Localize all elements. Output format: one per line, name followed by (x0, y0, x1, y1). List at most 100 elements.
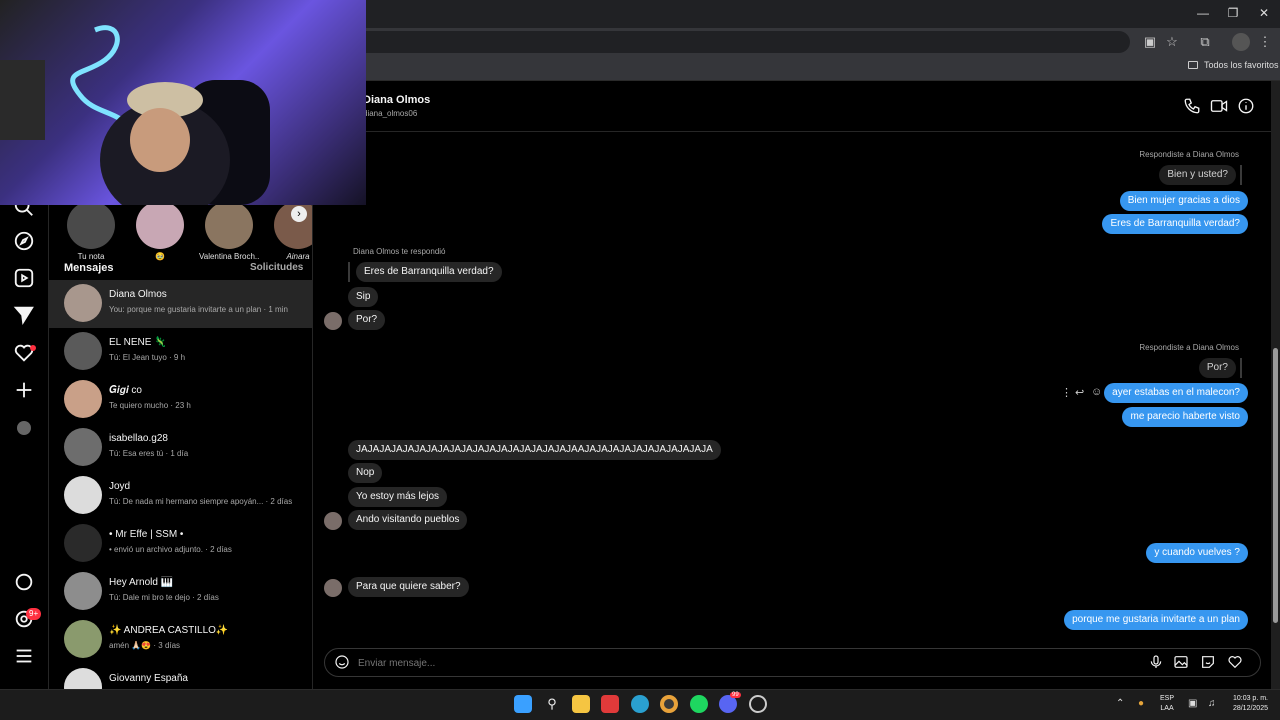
create-plus-icon[interactable] (13, 379, 35, 401)
chevron-up-icon[interactable]: ⌃ (1116, 698, 1124, 709)
conversation-item[interactable]: EL NENE 🦎 Tú: El Jean tuyo · 9 h (49, 328, 312, 376)
avatar (64, 428, 102, 466)
video-call-icon[interactable] (1210, 97, 1228, 115)
note-avatar (67, 201, 115, 249)
profile-avatar-icon[interactable] (1232, 33, 1250, 51)
conversation-item[interactable]: 𝑮𝒊𝒈𝒊 co Te quiero mucho · 23 h (49, 376, 312, 424)
note-label: 🥹 (155, 252, 165, 261)
outgoing-message[interactable]: Eres de Barranquilla verdad? (1102, 214, 1248, 234)
notification-dot (30, 345, 36, 351)
conversation-item[interactable]: Joyd Tú: De nada mi hermano siempre apoy… (49, 472, 312, 520)
conversation-name: isabellao.g28 (109, 433, 168, 444)
scrollbar-thumb[interactable] (1273, 348, 1278, 623)
network-icon[interactable]: ▣ (1188, 698, 1197, 709)
explore-icon[interactable] (13, 230, 35, 252)
conversation-item[interactable]: • Mr Effe | SSM • • envió un archivo adj… (49, 520, 312, 568)
message-input[interactable] (358, 655, 1118, 671)
note-label: Valentina Broch... (199, 252, 259, 261)
app-icon[interactable] (749, 695, 767, 713)
incoming-message[interactable]: Para que quiere saber? (348, 577, 469, 597)
messages-icon[interactable] (13, 304, 35, 326)
incoming-message[interactable]: JAJAJAJAJAJAJAJAJAJAJAJAJAJAJAJAJAJAJAAJ… (348, 440, 721, 460)
conversation-preview: • envió un archivo adjunto. · 2 días (109, 545, 232, 554)
conversation-preview: Tú: De nada mi hermano siempre apoyán...… (109, 497, 293, 506)
conversation-name: Joyd (109, 481, 131, 492)
conversation-preview: Tú: Dale mi bro te dejo · 2 días (109, 593, 219, 602)
conversation-item[interactable]: Diana Olmos You: porque me gustaria invi… (49, 280, 312, 328)
conversation-preview: You: porque me gustaria invitarte a un p… (109, 305, 288, 314)
messages-heading: Mensajes (64, 262, 114, 274)
emoji-icon[interactable] (334, 654, 350, 670)
profile-avatar[interactable] (17, 421, 31, 435)
conversation-item[interactable]: Giovanny España (49, 664, 312, 689)
chevron-right-icon[interactable]: › (291, 206, 307, 222)
close-window-icon[interactable]: ✕ (1253, 4, 1275, 22)
language-code: ESP (1160, 695, 1175, 702)
menu-dots-icon[interactable]: ⋮ (1256, 33, 1274, 51)
file-explorer-icon[interactable] (572, 695, 590, 713)
volume-icon[interactable]: ♫ (1208, 698, 1216, 709)
outgoing-message[interactable]: y cuando vuelves ? (1146, 543, 1248, 563)
conversation-info-icon[interactable] (1237, 97, 1255, 115)
all-bookmarks-link[interactable]: Todos los favoritos (1204, 60, 1279, 70)
reply-bar (1240, 165, 1242, 185)
address-bar[interactable] (300, 31, 1130, 53)
quoted-message[interactable]: Eres de Barranquilla verdad? (356, 262, 502, 282)
reply-icon[interactable]: ↩ (1075, 386, 1084, 399)
outgoing-message[interactable]: porque me gustaria invitarte a un plan (1064, 610, 1248, 630)
spotify-icon[interactable] (690, 695, 708, 713)
note-item[interactable]: Valentina Broch... (199, 201, 259, 261)
extensions-icon[interactable]: ⧉ (1196, 33, 1214, 51)
microphone-icon[interactable] (1148, 654, 1164, 670)
note-item[interactable]: Tu nota (61, 201, 121, 261)
chrome-browser-icon[interactable] (660, 695, 678, 713)
conversation-item[interactable]: isabellao.g28 Tú: Esa eres tú · 1 día (49, 424, 312, 472)
conversation-item[interactable]: ✨ ANDREA CASTILLO✨ amén 🙏🏻😍 · 3 días (49, 616, 312, 664)
avatar (64, 332, 102, 370)
clock[interactable]: 10:03 p. m. 28/12/2025 (1228, 694, 1268, 714)
outgoing-message[interactable]: me parecio haberte visto (1122, 407, 1248, 427)
reply-bar (348, 262, 350, 282)
app-icon[interactable] (601, 695, 619, 713)
search-icon[interactable]: ⚲ (543, 695, 561, 713)
reply-meta: Diana Olmos te respondió (353, 247, 446, 256)
install-app-icon[interactable]: ▣ (1141, 33, 1159, 51)
incoming-message[interactable]: Por? (348, 310, 386, 330)
outgoing-message[interactable]: ayer estabas en el malecon? (1104, 383, 1248, 403)
conversation-name: Diana Olmos (109, 289, 167, 300)
incoming-message[interactable]: Yo estoy más lejos (348, 487, 448, 507)
quoted-message[interactable]: Bien y usted? (1159, 165, 1236, 185)
reels-icon[interactable] (13, 267, 35, 289)
contact-name[interactable]: Diana Olmos (363, 94, 430, 106)
audio-call-icon[interactable] (1183, 97, 1201, 115)
sticker-icon[interactable] (1200, 654, 1216, 670)
restore-icon[interactable]: ❐ (1222, 4, 1244, 22)
incoming-message[interactable]: Sip (348, 287, 379, 307)
windows-start-icon[interactable] (514, 695, 532, 713)
chat-header (313, 81, 1271, 132)
threads-icon[interactable] (13, 571, 35, 593)
keyboard-layout: LAA (1160, 705, 1174, 712)
conversation-item[interactable]: Hey Arnold 🎹 Tú: Dale mi bro te dejo · 2… (49, 568, 312, 616)
avatar (64, 620, 102, 658)
language-indicator[interactable]: ESP LAA (1160, 694, 1174, 714)
conversation-preview: Tú: Esa eres tú · 1 día (109, 449, 189, 458)
quoted-message[interactable]: Por? (1198, 358, 1236, 378)
react-emoji-icon[interactable]: ☺ (1091, 386, 1102, 398)
incoming-message[interactable]: Nop (348, 463, 383, 483)
microphone-icon[interactable]: ● (1138, 698, 1144, 709)
outgoing-message[interactable]: Bien mujer gracias a dios (1119, 191, 1248, 211)
more-options-icon[interactable]: ⋮ (1061, 386, 1072, 399)
edge-browser-icon[interactable] (631, 695, 649, 713)
note-item[interactable]: 🥹 (130, 201, 190, 261)
image-upload-icon[interactable] (1173, 654, 1189, 670)
like-heart-icon[interactable] (1227, 654, 1243, 670)
minimize-icon[interactable]: — (1192, 4, 1214, 22)
incoming-message[interactable]: Ando visitando pueblos (348, 510, 468, 530)
requests-link[interactable]: Solicitudes (250, 262, 303, 273)
note-label: Ainara (286, 252, 310, 261)
note-label: Tu nota (77, 252, 105, 261)
bookmark-star-icon[interactable]: ☆ (1163, 33, 1181, 51)
more-menu-icon[interactable] (13, 645, 35, 667)
folder-icon (1188, 61, 1198, 69)
